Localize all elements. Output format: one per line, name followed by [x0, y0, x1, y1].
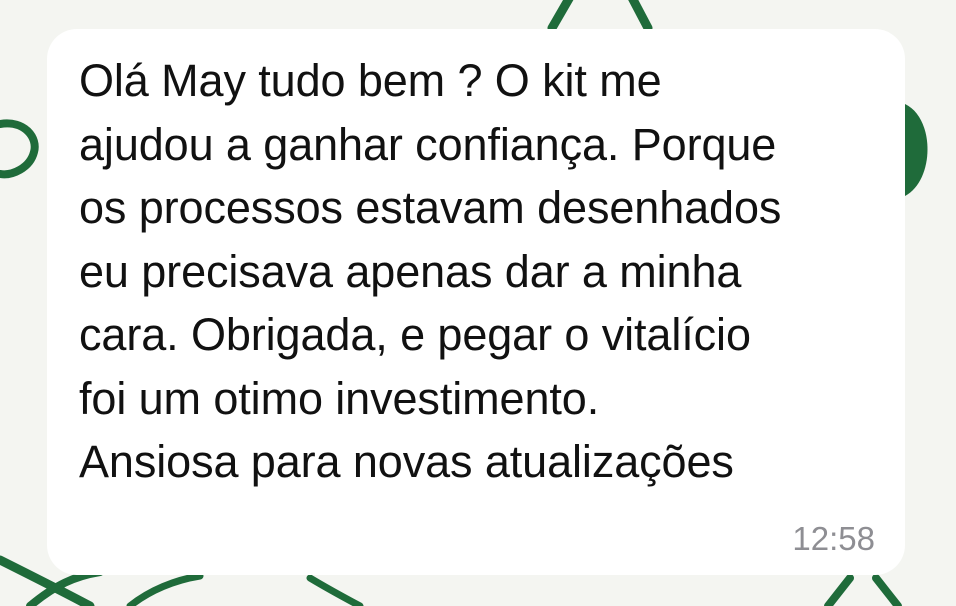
message-line: Ansiosa para novas atualizações	[79, 436, 734, 487]
message-line: os processos estavam desenhados	[79, 182, 782, 233]
message-text: Olá May tudo bem ? O kit me ajudou a gan…	[79, 49, 889, 494]
message-line: Olá May tudo bem ? O kit me	[79, 55, 662, 106]
message-line: ajudou a ganhar confiança. Porque	[79, 118, 777, 170]
message-timestamp: 12:58	[792, 520, 875, 557]
message-line: foi um otimo investimento.	[79, 372, 600, 424]
message-bubble[interactable]: Olá May tudo bem ? O kit me ajudou a gan…	[47, 29, 905, 575]
message-line: eu precisava apenas dar a minha	[79, 245, 742, 297]
message-line: cara. Obrigada, e pegar o vitalício	[79, 309, 751, 360]
